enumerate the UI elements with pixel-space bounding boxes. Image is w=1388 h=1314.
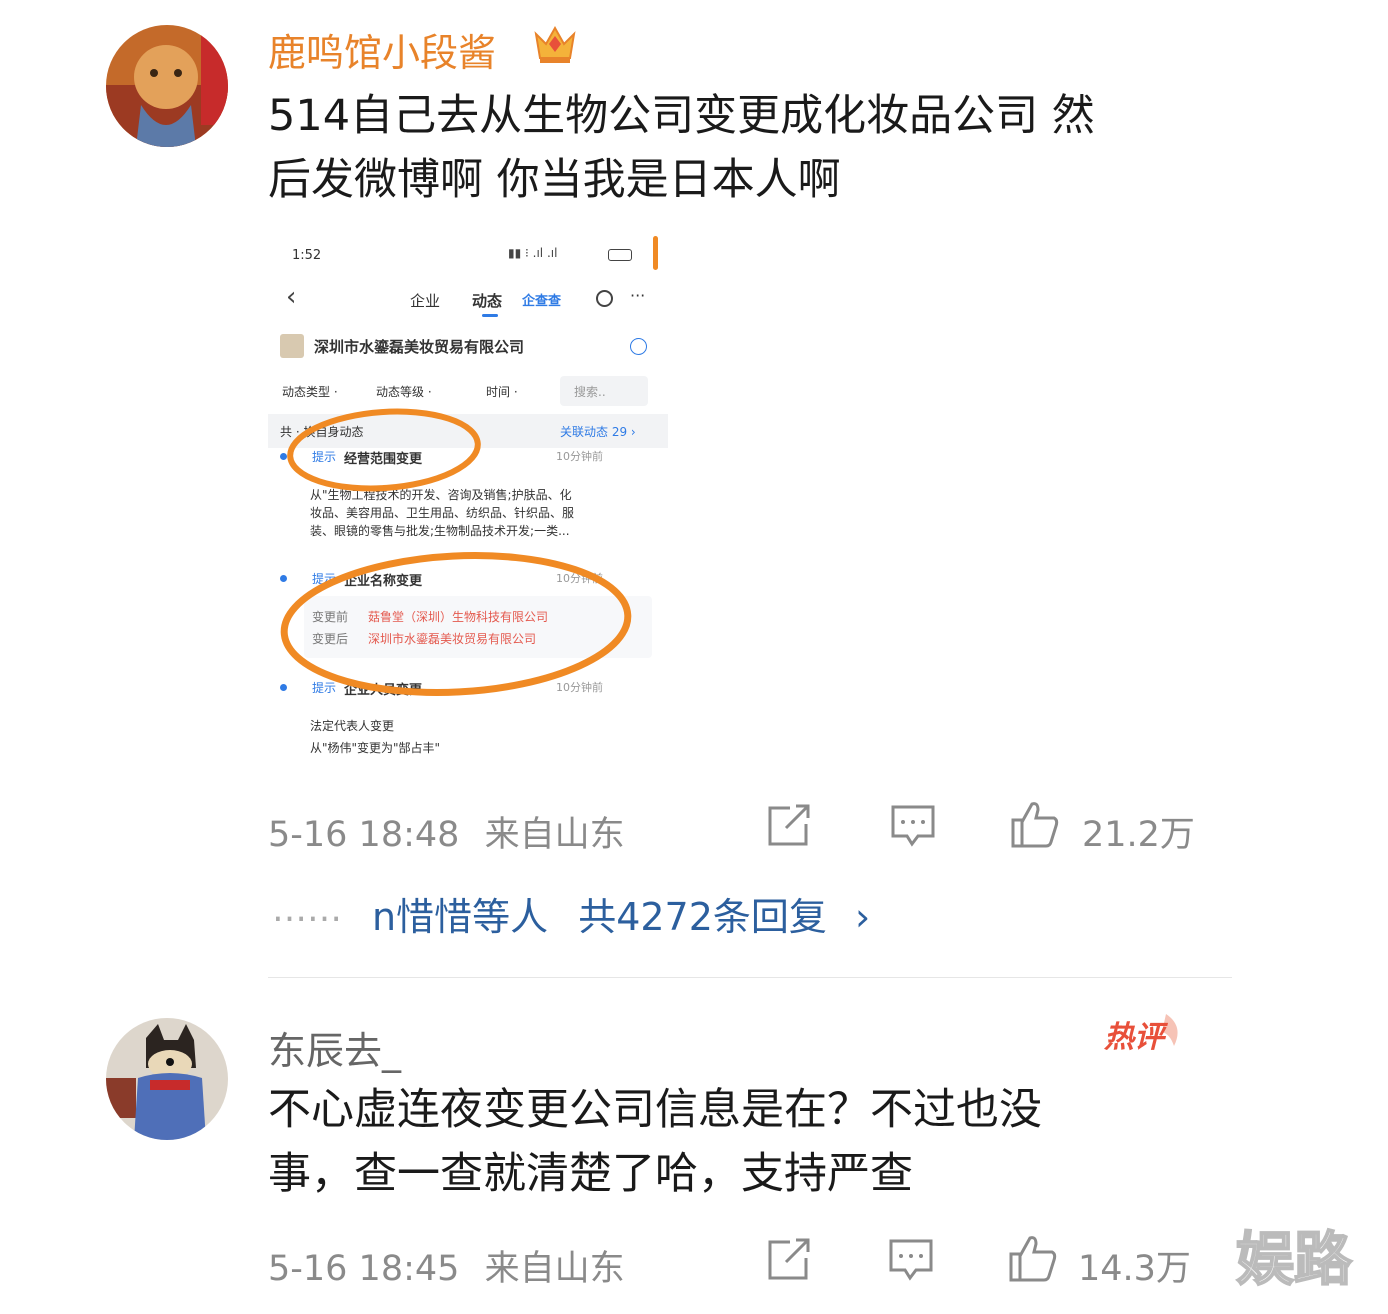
comment-date: 5-16 18:48 来自山东 <box>268 806 625 857</box>
comment-text: 不心虚连夜变更公司信息是在？不过也没 事，查一查就清楚了哈，支持严查 <box>268 1078 1042 1206</box>
comment-text: 514自己去从生物公司变更成化妆品公司 然 后发微博啊 你当我是日本人啊 <box>268 84 1095 212</box>
comment-date-value: 5-16 18:48 <box>268 815 460 855</box>
like-count: 14.3万 <box>1078 1249 1191 1289</box>
like-count: 21.2万 <box>1082 815 1195 855</box>
watermark: 娱路 <box>1235 1224 1353 1294</box>
comment-text-line: 后发微博啊 你当我是日本人啊 <box>268 155 841 205</box>
like-icon[interactable] <box>1008 1234 1058 1286</box>
comment-text-line: 事，查一查就清楚了哈，支持严查 <box>268 1149 913 1199</box>
username[interactable]: 东辰去_ <box>268 1020 401 1075</box>
avatar[interactable] <box>106 25 228 147</box>
comment-text-line: 不心虚连夜变更公司信息是在？不过也没 <box>268 1085 1042 1135</box>
replies-dots: …… <box>272 890 342 930</box>
hot-comment-badge: 热评 <box>1104 1012 1178 1056</box>
avatar[interactable] <box>106 1018 228 1140</box>
crown-icon <box>532 22 578 70</box>
divider <box>268 977 1232 978</box>
username[interactable]: 鹿鸣馆小段酱 <box>268 22 496 77</box>
like-icon[interactable] <box>1010 800 1060 852</box>
share-icon[interactable] <box>766 1238 812 1286</box>
comment-location: 来自山东 <box>484 815 625 855</box>
comment-date: 5-16 18:45 来自山东 <box>268 1240 625 1291</box>
highlight-circles <box>280 408 632 697</box>
dog-avatar-image <box>106 1018 228 1140</box>
replies-link[interactable]: n惜惜等人 共4272条回复 › <box>372 886 870 941</box>
comment-date-value: 5-16 18:45 <box>268 1249 460 1289</box>
replies-names: n惜惜等人 <box>372 895 549 939</box>
embedded-screenshot[interactable]: 1:52 ▮▮ ⁝ .ıl .ıl ‹ 企业 动态 企查查 ··· 深圳市水鎏磊… <box>268 232 668 762</box>
hot-comment-label: 热评 <box>1104 1020 1164 1055</box>
comment-text-line: 514自己去从生物公司变更成化妆品公司 然 <box>268 91 1095 141</box>
comment-icon[interactable] <box>890 804 936 852</box>
chevron-right-icon: › <box>855 895 871 939</box>
share-icon[interactable] <box>766 804 812 852</box>
replies-count: 共4272条回复 <box>578 895 827 939</box>
comment-icon[interactable] <box>888 1238 934 1286</box>
comment-location: 来自山东 <box>484 1249 625 1289</box>
cat-avatar-image <box>106 25 228 147</box>
